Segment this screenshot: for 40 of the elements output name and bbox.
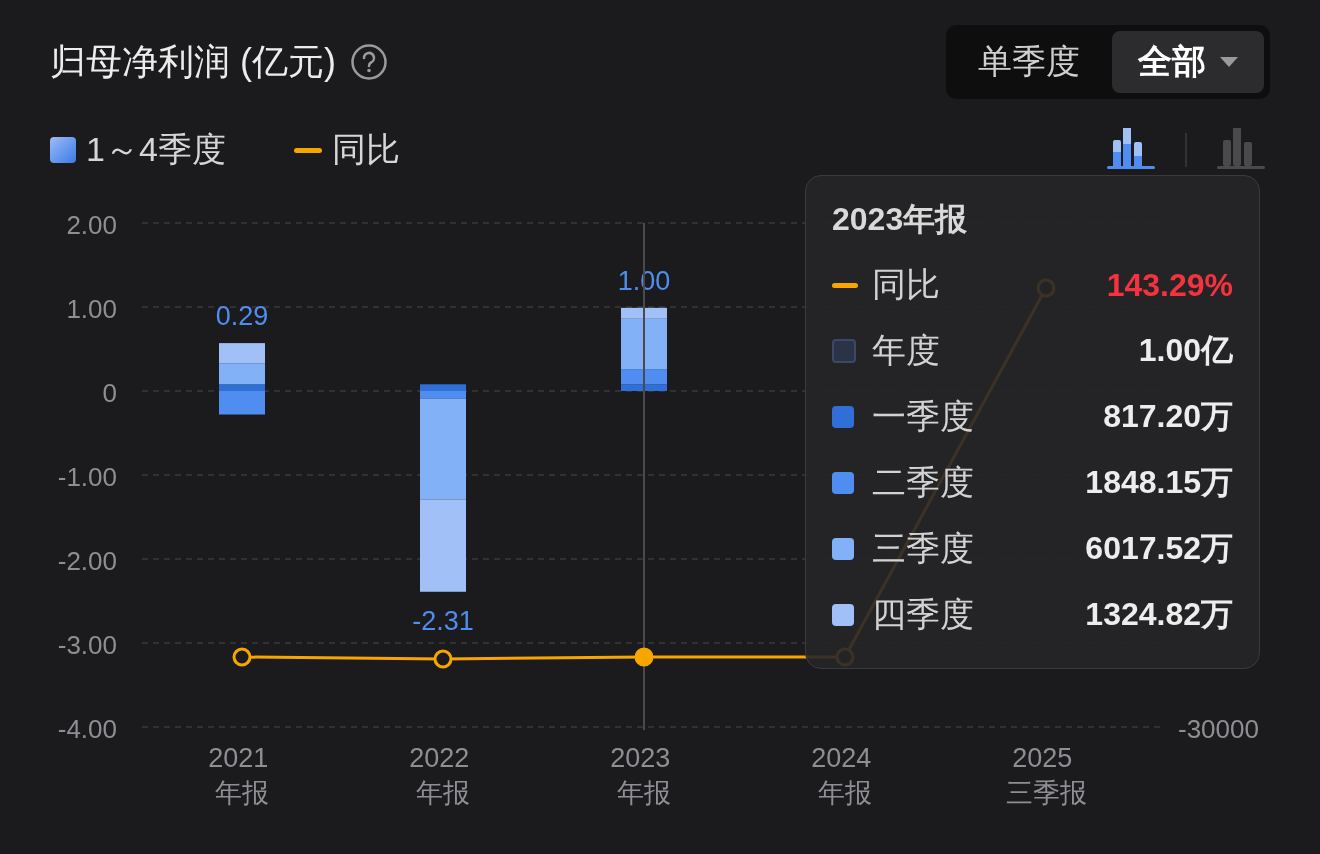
- tooltip-value: 143.29%: [1106, 266, 1233, 304]
- toggle-tab[interactable]: 单季度: [952, 31, 1106, 93]
- x-axis-label: 2025 三季报: [1005, 743, 1087, 808]
- tooltip-label: 三季度: [872, 528, 975, 569]
- tooltip-value: 1.00亿: [1138, 331, 1233, 370]
- x-axis-label: 2021 年报: [208, 743, 269, 808]
- y-axis-label: 2.00: [66, 210, 117, 240]
- data-point[interactable]: [634, 647, 654, 667]
- tooltip-label: 一季度: [872, 396, 975, 437]
- y-axis-label: -4.00: [57, 714, 117, 744]
- tooltip-value: 817.20万: [1103, 397, 1233, 436]
- legend-label[interactable]: 1～4季度: [86, 127, 226, 173]
- y-axis-label: -2.00: [57, 546, 117, 576]
- tooltip-value: 1324.82万: [1085, 595, 1233, 634]
- tooltip-label: 二季度: [872, 462, 975, 503]
- data-point[interactable]: [433, 649, 453, 669]
- value-label: -2.31: [412, 605, 474, 636]
- y-axis-label: -3.00: [57, 630, 117, 660]
- y-axis-label: -1.00: [57, 462, 117, 492]
- tooltip-title: 2023年报: [832, 200, 969, 239]
- y-axis-label: 0: [102, 378, 117, 408]
- y-axis-label: -30000: [1178, 714, 1259, 744]
- legend-label[interactable]: 同比: [331, 127, 400, 173]
- x-axis-label: 2023 年报: [610, 743, 671, 808]
- data-point[interactable]: [232, 647, 252, 667]
- x-axis-label: 2024 年报: [811, 743, 872, 808]
- help-icon[interactable]: [350, 43, 388, 81]
- y-axis-label: 1.00: [66, 294, 117, 324]
- tooltip-label: 同比: [872, 264, 941, 305]
- legend-swatch: [50, 137, 76, 163]
- bar-segment: [219, 343, 265, 364]
- chart-title: 归母净利润 (亿元): [50, 39, 336, 84]
- tooltip-value: 6017.52万: [1085, 529, 1233, 568]
- value-label: 0.29: [215, 301, 269, 332]
- caret-icon: [1220, 57, 1238, 67]
- tooltip-value: 1848.15万: [1085, 463, 1233, 502]
- tooltip-label: 四季度: [872, 594, 975, 635]
- toggle-tab[interactable]: 全部: [1112, 31, 1264, 93]
- tooltip-label: 年度: [872, 330, 941, 371]
- x-axis-label: 2022 年报: [409, 743, 470, 808]
